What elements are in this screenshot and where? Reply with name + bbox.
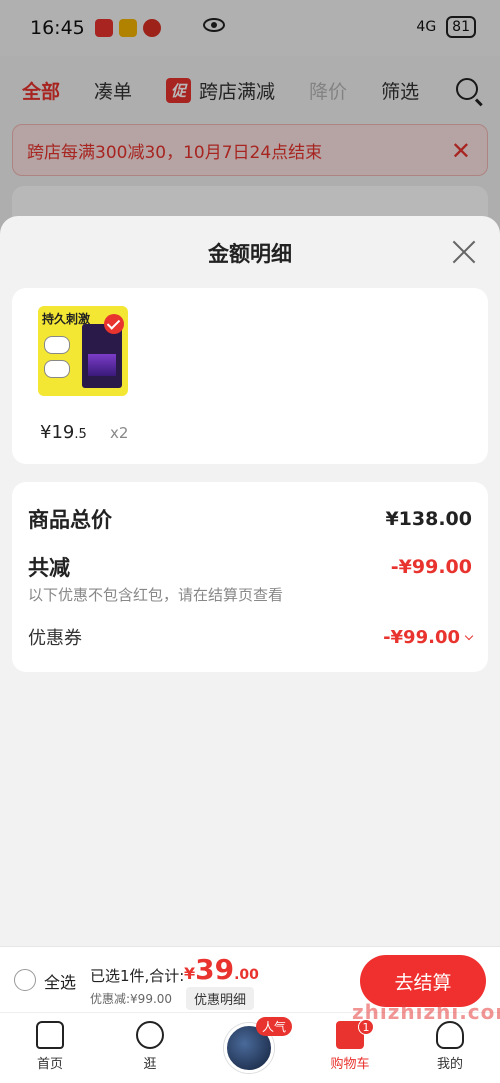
select-all-radio[interactable]	[14, 969, 36, 991]
product-tag	[44, 336, 70, 354]
nav-cart-label: 购物车	[330, 1057, 370, 1072]
discount-note: 以下优惠不包含红包，请在结算页查看	[28, 586, 284, 604]
nav-home-label: 首页	[36, 1057, 63, 1072]
nav-me[interactable]: 我的	[410, 1021, 490, 1072]
home-icon	[36, 1021, 64, 1049]
stroll-icon	[136, 1021, 164, 1049]
amount-detail-sheet: 金额明细 持久刺激 ¥19.5 x2 商品总价 ¥138.00 共减 -¥99.…	[0, 216, 500, 946]
coupon-row[interactable]: 优惠券 -¥99.00	[28, 624, 474, 650]
coupon-label: 优惠券	[28, 628, 82, 649]
total-dec: .00	[234, 967, 259, 983]
selected-count-text: 已选1件,合计:	[90, 967, 185, 985]
nav-stroll-label: 逛	[143, 1057, 157, 1072]
nav-stroll[interactable]: 逛	[110, 1021, 190, 1072]
nav-cart[interactable]: 购物车	[310, 1021, 390, 1072]
check-icon	[104, 314, 124, 334]
summary-card: 商品总价 ¥138.00 共减 -¥99.00 以下优惠不包含红包，请在结算页查…	[12, 482, 488, 672]
discount-row: 共减 -¥99.00	[28, 552, 472, 582]
profile-icon	[436, 1021, 464, 1049]
total-row: 商品总价 ¥138.00	[28, 504, 472, 534]
chevron-down-icon	[464, 631, 474, 640]
hot-badge: 人气	[256, 1017, 293, 1036]
product-price: ¥19.5	[40, 422, 87, 443]
coupon-value-wrap: -¥99.00	[383, 626, 474, 648]
price-int: ¥19	[40, 422, 75, 443]
discount-label: 共减	[28, 556, 70, 580]
product-tag	[44, 360, 70, 378]
discount-summary: 优惠减:¥99.00	[90, 992, 173, 1006]
watermark: zhizhizhi.com	[352, 1000, 500, 1024]
coupon-value: -¥99.00	[383, 626, 460, 648]
nav-me-label: 我的	[436, 1057, 463, 1072]
nav-home[interactable]: 首页	[10, 1021, 90, 1072]
sheet-title: 金额明细	[208, 242, 292, 266]
discount-value: -¥99.00	[390, 556, 472, 578]
total-label: 商品总价	[28, 508, 112, 532]
close-icon[interactable]	[452, 240, 476, 264]
total-int: 39	[195, 953, 235, 986]
product-qty: x2	[110, 424, 129, 442]
product-image[interactable]: 持久刺激	[38, 306, 128, 396]
product-card: 持久刺激 ¥19.5 x2	[12, 288, 488, 464]
select-all-label[interactable]: 全选	[44, 969, 76, 993]
total-currency: ¥	[184, 964, 196, 983]
total-value: ¥138.00	[385, 508, 472, 530]
discount-detail-button[interactable]: 优惠明细	[186, 987, 255, 1010]
price-dec: .5	[74, 427, 87, 442]
total-amount: ¥39.00	[184, 953, 259, 986]
